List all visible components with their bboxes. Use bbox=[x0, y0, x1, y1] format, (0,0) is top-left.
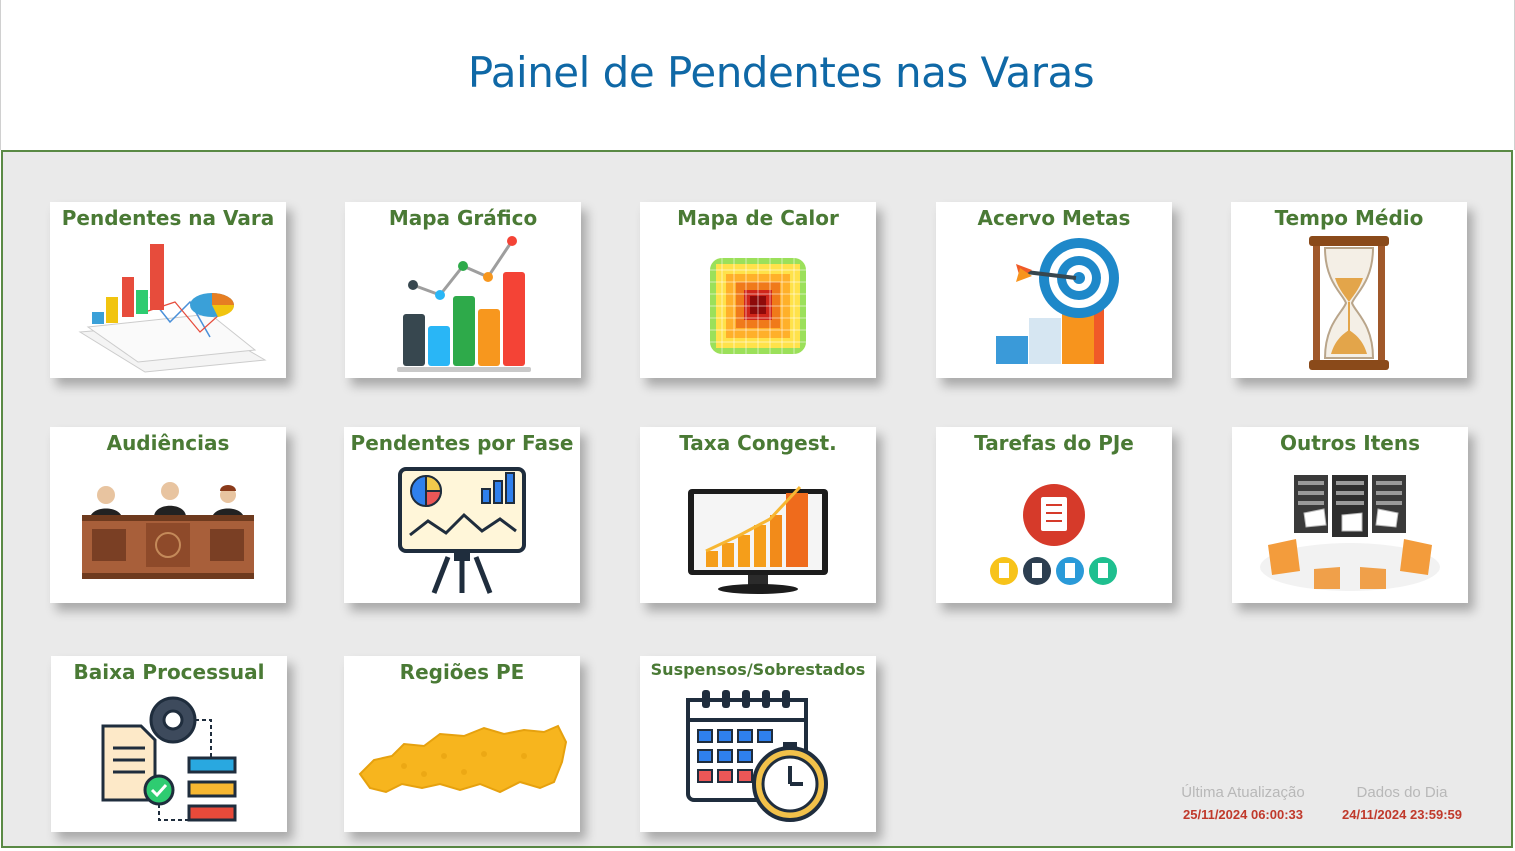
hourglass-icon bbox=[1309, 236, 1389, 370]
data-day: Dados do Dia 24/11/2024 23:59:59 bbox=[1322, 784, 1482, 822]
tile-baixa-processual[interactable]: Baixa Processual bbox=[51, 656, 287, 832]
heatmap-icon bbox=[710, 258, 806, 354]
presentation-board-icon bbox=[398, 467, 526, 594]
calendar-clock-icon bbox=[686, 690, 828, 822]
tile-tempo-medio[interactable]: Tempo Médio bbox=[1231, 202, 1467, 378]
task-list-icon bbox=[990, 484, 1117, 585]
tile-mapa-de-calor[interactable]: Mapa de Calor bbox=[640, 202, 876, 378]
charts-report-icon bbox=[78, 244, 267, 373]
tile-regioes-pe[interactable]: Regiões PE bbox=[344, 656, 580, 832]
tile-outros-itens[interactable]: Outros Itens bbox=[1232, 427, 1468, 603]
data-day-value: 24/11/2024 23:59:59 bbox=[1342, 807, 1462, 822]
tile-pendentes-na-vara[interactable]: Pendentes na Vara bbox=[50, 202, 286, 378]
court-judges-icon bbox=[82, 482, 254, 579]
target-bars-icon bbox=[996, 238, 1119, 364]
last-update: Última Atualização 25/11/2024 06:00:33 bbox=[1163, 784, 1323, 822]
tile-taxa-congest[interactable]: Taxa Congest. bbox=[640, 427, 876, 603]
tile-tarefas-do-pje[interactable]: Tarefas do PJe bbox=[936, 427, 1172, 603]
data-day-label: Dados do Dia bbox=[1356, 784, 1448, 801]
tile-suspensos-sobrestados[interactable]: Suspensos/Sobrestados bbox=[640, 656, 876, 832]
process-flow-icon bbox=[101, 696, 237, 822]
last-update-label: Última Atualização bbox=[1181, 784, 1305, 801]
pernambuco-map-icon bbox=[358, 724, 568, 794]
tile-audiencias[interactable]: Audiências bbox=[50, 427, 286, 603]
last-update-value: 25/11/2024 06:00:33 bbox=[1183, 807, 1303, 822]
bar-line-chart-icon bbox=[397, 236, 531, 372]
tile-mapa-grafico[interactable]: Mapa Gráfico bbox=[345, 202, 581, 378]
tile-acervo-metas[interactable]: Acervo Metas bbox=[936, 202, 1172, 378]
monitor-chart-icon bbox=[688, 485, 828, 594]
page-title: Painel de Pendentes nas Varas bbox=[467, 48, 1095, 97]
tile-pendentes-por-fase[interactable]: Pendentes por Fase bbox=[344, 427, 580, 603]
server-files-icon bbox=[1260, 475, 1440, 591]
header: Painel de Pendentes nas Varas bbox=[0, 0, 1515, 150]
